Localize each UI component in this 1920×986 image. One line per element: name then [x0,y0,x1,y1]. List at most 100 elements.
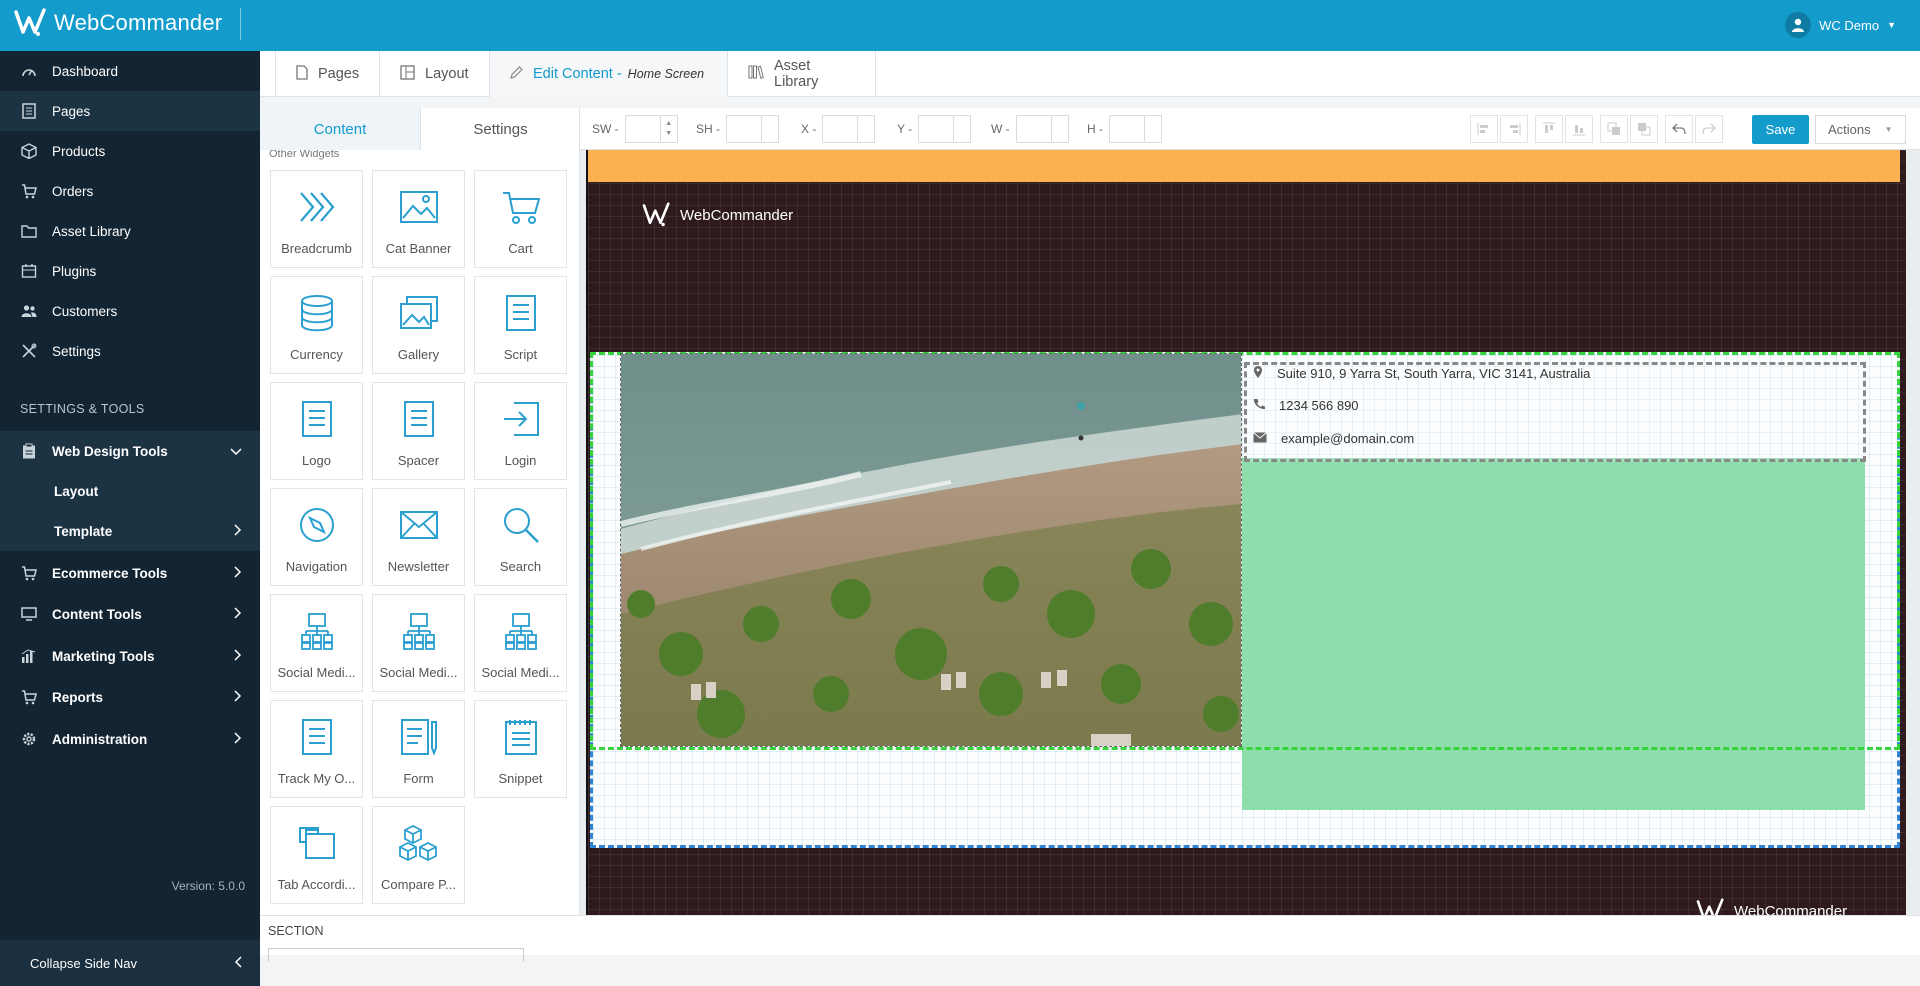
spinner-icon[interactable]: ▲ ▼ [660,115,678,143]
contact-info-widget[interactable]: Suite 910, 9 Yarra St, South Yarra, VIC … [1244,362,1866,462]
gear-icon [20,730,38,748]
widget-compare-p[interactable]: Compare P... [372,806,465,904]
h-input[interactable] [1109,115,1145,143]
widget-track-my-o[interactable]: Track My O... [270,700,363,798]
widget-snippet[interactable]: Snippet [474,700,567,798]
top-divider [240,8,241,40]
sidebar-item-customers[interactable]: Customers [0,291,260,331]
align-bottom-button[interactable] [1565,115,1593,143]
sidebar-item-reports[interactable]: Reports [0,677,260,717]
sidebar-item-ecommerce-tools[interactable]: Ecommerce Tools [0,553,260,593]
sidebar-item-label: Web Design Tools [52,443,168,459]
sidebar-item-asset-library[interactable]: Asset Library [0,211,260,251]
properties-bar: SECTION [260,915,1920,962]
tab-settings[interactable]: Settings [420,108,579,150]
tab-asset-library[interactable]: Asset Library [728,51,876,97]
social-medi-icon [399,611,439,651]
bring-forward-button[interactable] [1600,115,1628,143]
widget-tab-accordi[interactable]: Tab Accordi... [270,806,363,904]
section-input[interactable] [268,948,524,962]
widget-search[interactable]: Search [474,488,567,586]
y-input[interactable] [918,115,955,143]
tab-layout[interactable]: Layout [380,51,490,97]
w-field[interactable]: W - [991,115,1069,143]
spinner-icon[interactable] [762,115,779,143]
save-button[interactable]: Save [1752,115,1809,144]
undo-button[interactable] [1665,115,1693,143]
sidebar-item-web-design-tools[interactable]: Web Design Tools [0,431,260,471]
login-icon [501,399,541,439]
user-avatar-icon [1785,12,1812,38]
sw-field[interactable]: SW - ▲ ▼ [592,115,678,143]
footer-logo-widget[interactable]: WebCommander [1694,898,1847,915]
design-canvas[interactable]: WebCommander Suite 910, 9 Yarra St, Sout… [586,150,1906,915]
align-right-button[interactable] [1500,115,1528,143]
sidebar-item-marketing-tools[interactable]: Marketing Tools [0,636,260,676]
canvas-logo-widget[interactable]: WebCommander [640,202,793,228]
section-label: SECTION [268,924,324,938]
sidebar-item-template[interactable]: Template [0,511,260,551]
sh-field[interactable]: SH - [696,115,779,143]
spinner-icon[interactable] [954,115,972,143]
sidebar-item-plugins[interactable]: Plugins [0,251,260,291]
widget-cat-banner[interactable]: Cat Banner [372,170,465,268]
email-text: example@domain.com [1281,431,1415,446]
widget-gallery[interactable]: Gallery [372,276,465,374]
caret-down-icon: ▼ [1884,125,1893,134]
contact-phone: 1234 566 890 [1253,398,1359,413]
user-menu[interactable]: WC Demo ▼ [1785,12,1896,38]
x-field[interactable]: X - [801,115,876,143]
design-canvas-area[interactable]: WebCommander Suite 910, 9 Yarra St, Sout… [580,150,1920,915]
widget-cart[interactable]: Cart [474,170,567,268]
spinner-icon[interactable] [1051,115,1069,143]
y-field[interactable]: Y - [897,115,972,143]
sidebar-item-pages[interactable]: Pages [0,91,260,131]
widget-navigation[interactable]: Navigation [270,488,363,586]
widget-spacer[interactable]: Spacer [372,382,465,480]
tab-content[interactable]: Content [260,108,420,150]
h-field[interactable]: H - [1087,115,1162,143]
redo-icon [1702,123,1716,135]
sidebar-item-content-tools[interactable]: Content Tools [0,594,260,634]
sidebar-item-administration[interactable]: Administration [0,719,260,759]
sidebar-item-settings[interactable]: Settings [0,331,260,371]
widget-login[interactable]: Login [474,382,567,480]
brand-logo[interactable]: WebCommander [14,8,222,38]
widget-currency[interactable]: Currency [270,276,363,374]
widget-social-medi[interactable]: Social Medi... [372,594,465,692]
widget-breadcrumb[interactable]: Breadcrumb [270,170,363,268]
sidebar-item-products[interactable]: Products [0,131,260,171]
beach-image-widget[interactable] [620,353,1242,747]
tab-sublabel: Home Screen [627,67,705,81]
spinner-icon[interactable] [1145,115,1162,143]
send-backward-button[interactable] [1630,115,1658,143]
widget-label: Logo [302,453,331,468]
align-left-button[interactable] [1470,115,1498,143]
sidebar-item-label: Ecommerce Tools [52,565,168,581]
align-top-button[interactable] [1535,115,1563,143]
spinner-icon[interactable] [858,115,876,143]
header-strip[interactable] [588,150,1900,182]
widget-social-medi[interactable]: Social Medi... [270,594,363,692]
sidebar-item-dashboard[interactable]: Dashboard [0,51,260,91]
sh-input[interactable] [726,115,762,143]
redo-button[interactable] [1695,115,1723,143]
x-input[interactable] [822,115,859,143]
tab-pages[interactable]: Pages [275,51,380,97]
widget-label: Track My O... [277,771,356,786]
widget-newsletter[interactable]: Newsletter [372,488,465,586]
widget-script[interactable]: Script [474,276,567,374]
tab-edit-content[interactable]: Edit Content - Home Screen [490,51,728,97]
address-text: Suite 910, 9 Yarra St, South Yarra, VIC … [1277,366,1591,381]
widget-social-medi[interactable]: Social Medi... [474,594,567,692]
w-input[interactable] [1015,115,1052,143]
sidebar-item-orders[interactable]: Orders [0,171,260,211]
sw-input[interactable] [624,115,661,143]
widget-form[interactable]: Form [372,700,465,798]
widget-logo[interactable]: Logo [270,382,363,480]
settings-tools-heading: SETTINGS & TOOLS [20,402,145,416]
actions-dropdown[interactable]: Actions ▼ [1815,115,1906,144]
collapse-side-nav-button[interactable]: Collapse Side Nav [0,940,260,986]
sidebar-item-layout[interactable]: Layout [0,471,260,511]
widget-label: Snippet [498,771,543,786]
